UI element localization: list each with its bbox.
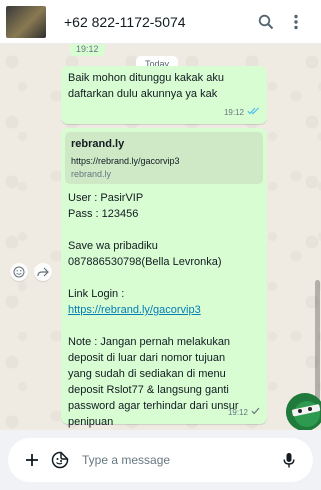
message-composer — [0, 430, 321, 490]
message-time: 19:12 — [223, 108, 244, 117]
single-check-icon — [251, 405, 260, 421]
search-icon[interactable] — [251, 7, 281, 37]
link-preview-url: https://rebrand.ly/gacorvip3 — [71, 156, 180, 166]
chat-header: +62 822-1172-5074 — [0, 0, 321, 44]
link-preview-title: rebrand.ly — [71, 138, 125, 150]
message-text: User : PasirVIP Pass : 123456 Save wa pr… — [65, 184, 263, 430]
outgoing-message[interactable]: rebrand.ly https://rebrand.ly/gacorvip3 … — [61, 128, 267, 428]
login-link[interactable]: https://rebrand.ly/gacorvip3 — [68, 304, 201, 316]
message-text: Baik mohon ditunggu kakak aku daftarkan … — [68, 72, 224, 100]
chat-scrollbar[interactable] — [315, 280, 320, 402]
message-text-part: User : PasirVIP Pass : 123456 Save wa pr… — [68, 192, 222, 300]
emoji-reaction-icon[interactable] — [10, 263, 28, 281]
chat-area[interactable]: 19:12 Today Baik mohon ditunggu kakak ak… — [0, 44, 321, 430]
mascot-badge-icon[interactable] — [286, 393, 321, 430]
message-time: 19:12 — [227, 408, 248, 417]
double-check-icon — [247, 105, 260, 121]
message-input[interactable] — [82, 446, 275, 474]
message-meta: 19:12 — [224, 105, 260, 121]
contact-avatar[interactable] — [6, 5, 46, 38]
plus-icon[interactable] — [18, 446, 46, 474]
link-preview-domain: rebrand.ly — [71, 169, 112, 179]
message-text-part: Note : Jangan pernah melakukan deposit d… — [68, 336, 239, 428]
previous-message-time: 19:12 — [70, 44, 105, 56]
sticker-icon[interactable] — [46, 446, 74, 474]
microphone-icon[interactable] — [275, 446, 303, 474]
menu-icon[interactable] — [281, 7, 311, 37]
link-preview[interactable]: rebrand.ly https://rebrand.ly/gacorvip3 … — [65, 132, 263, 184]
contact-name[interactable]: +62 822-1172-5074 — [64, 14, 251, 30]
composer-pill — [8, 438, 313, 482]
forward-icon[interactable] — [34, 263, 52, 281]
outgoing-message[interactable]: Baik mohon ditunggu kakak aku daftarkan … — [61, 66, 267, 124]
message-meta: 19:12 — [228, 405, 260, 421]
